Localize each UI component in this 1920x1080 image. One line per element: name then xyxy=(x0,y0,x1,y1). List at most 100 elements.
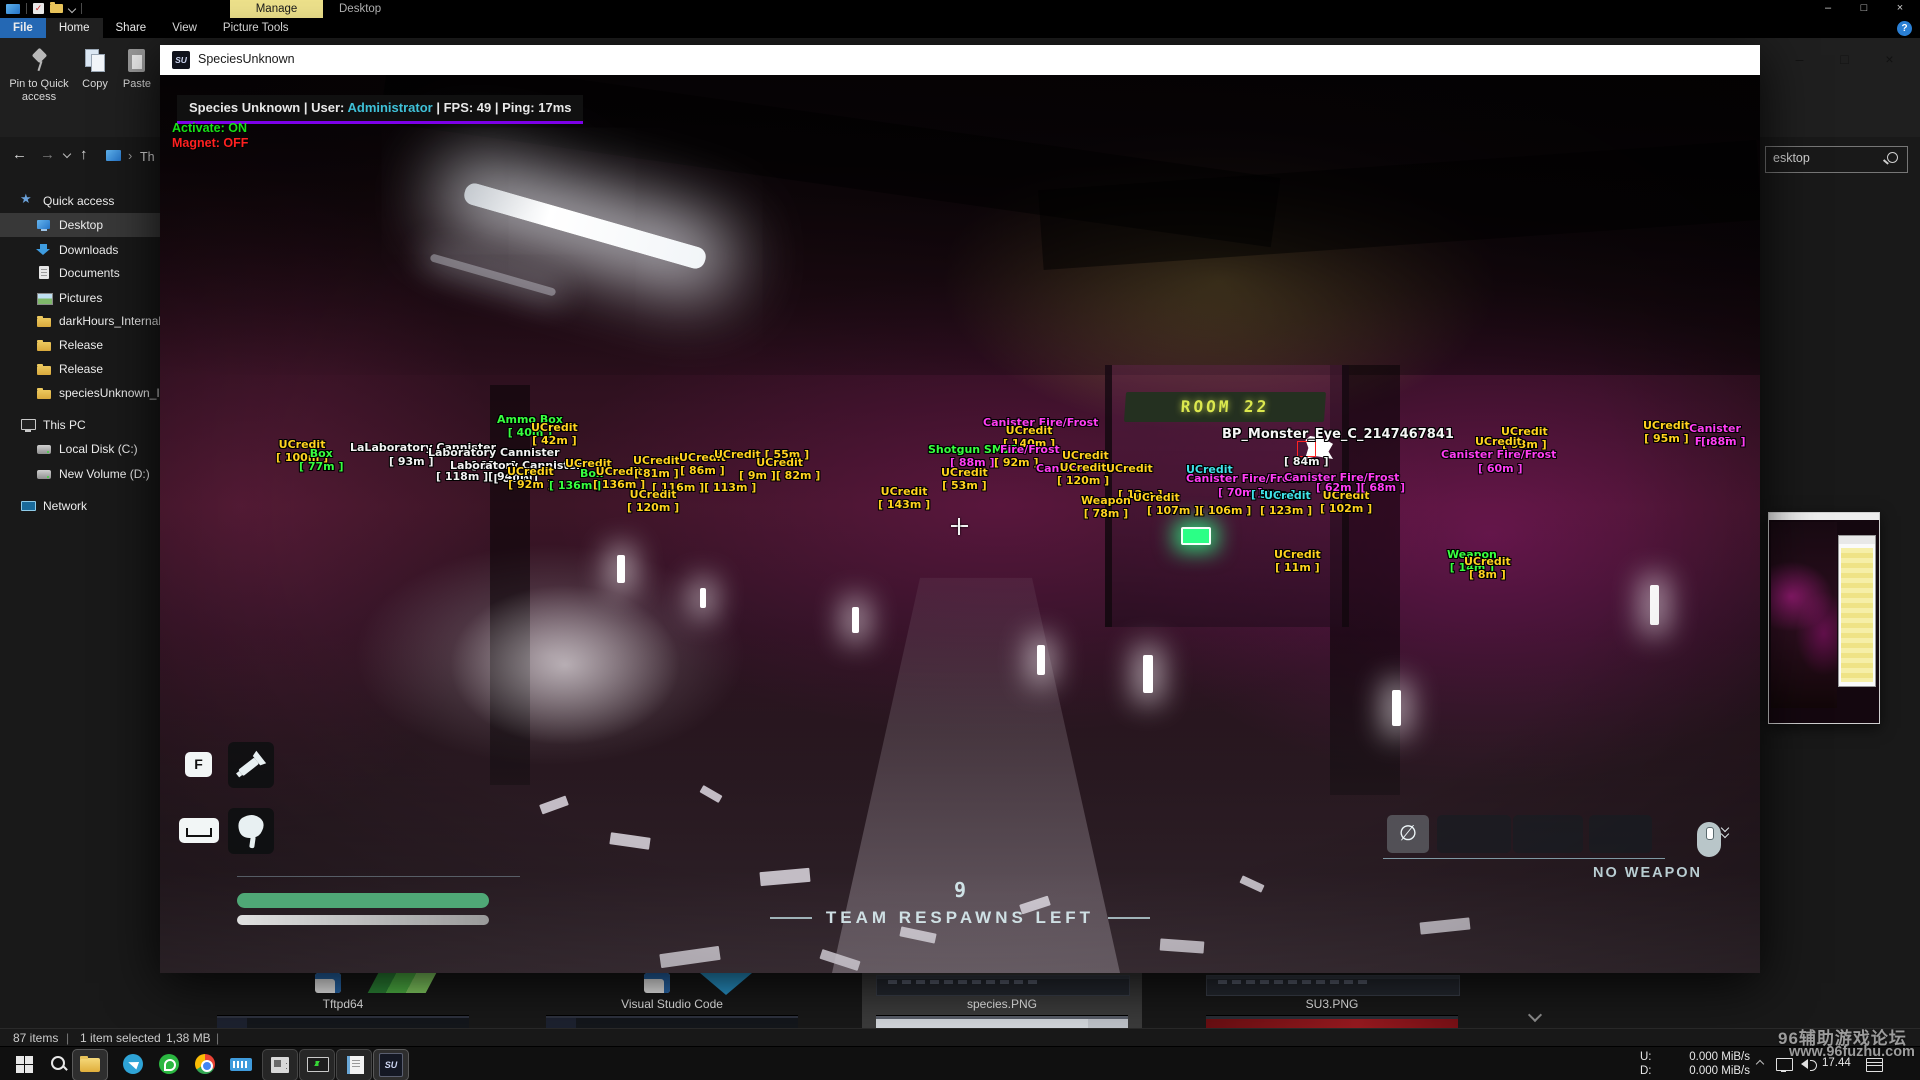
taskbar-item[interactable] xyxy=(116,1049,150,1079)
pin-to-quick-access-button[interactable]: Pin to Quick access xyxy=(6,48,72,104)
taskbar-item[interactable] xyxy=(188,1049,222,1079)
history-chevron-icon[interactable] xyxy=(63,150,71,158)
scroll-down-chevron-icon[interactable] xyxy=(1528,1008,1542,1022)
taskbar-item[interactable] xyxy=(72,1049,108,1080)
chevron-down-icon[interactable] xyxy=(68,4,76,12)
user-name: Administrator xyxy=(347,100,432,115)
speaker-icon[interactable] xyxy=(1801,1059,1808,1069)
sidebar-item-label: Quick access xyxy=(43,194,114,208)
esp-label: UCredit [ 120m ] xyxy=(1057,461,1109,487)
image-thumbnail xyxy=(862,973,1142,995)
minimize-button[interactable]: – xyxy=(1810,0,1846,18)
tray-expand-chevron-icon[interactable] xyxy=(1756,1060,1764,1068)
ribbon-tab[interactable]: View xyxy=(159,18,210,38)
minimize-button[interactable]: – xyxy=(1777,45,1822,75)
esp-label: UCredit xyxy=(1475,435,1522,448)
close-button[interactable]: × xyxy=(1867,45,1912,75)
notepad-icon xyxy=(343,1054,365,1076)
forward-icon[interactable]: → xyxy=(40,146,55,163)
desktop-icon xyxy=(36,217,52,233)
taskbar-item[interactable] xyxy=(299,1049,335,1080)
sidebar-item[interactable]: Network xyxy=(0,494,180,518)
notification-center-icon[interactable] xyxy=(1866,1058,1883,1072)
preview-image xyxy=(1771,522,1837,708)
upload-label: U: xyxy=(1640,1050,1652,1064)
game-window-title: SpeciesUnknown xyxy=(198,52,295,66)
file-item[interactable]: Tftpd64 xyxy=(203,971,483,1029)
divider xyxy=(26,3,27,14)
ribbon-tab[interactable]: File xyxy=(0,18,46,38)
esp-label: UCredit [ 9m ][ 82m ] xyxy=(739,456,820,482)
clock[interactable]: 17.44 xyxy=(1822,1057,1851,1080)
respawn-label: TEAM RESPAWNS LEFT xyxy=(826,908,1094,928)
sidebar-item-label: New Volume (D:) xyxy=(59,467,150,481)
properties-icon[interactable]: ✓ xyxy=(33,3,44,14)
up-icon[interactable]: ↑ xyxy=(80,146,88,163)
divider: | xyxy=(216,1031,219,1045)
flashlight-tile xyxy=(228,742,274,788)
no-weapon-label: NO WEAPON xyxy=(1593,865,1702,881)
downloads-icon xyxy=(36,242,52,258)
selection-size: 1,38 MB xyxy=(166,1031,211,1045)
file-name: SU3.PNG xyxy=(1192,997,1472,1011)
sidebar-item-label: Release xyxy=(59,362,103,376)
sidebar-item[interactable]: This PC xyxy=(0,413,180,437)
preview-table-window xyxy=(1838,535,1876,687)
this-pc-icon xyxy=(20,417,36,433)
back-icon[interactable]: ← xyxy=(12,146,27,163)
sidebar-item-label: Desktop xyxy=(59,218,103,232)
help-icon[interactable]: ? xyxy=(1897,21,1912,36)
taskbar-item[interactable] xyxy=(8,1049,42,1079)
monster-esp-label: BP_Monster_Eye_C_2147467841 xyxy=(1222,427,1454,443)
breadcrumb[interactable]: Th xyxy=(140,150,155,164)
sidebar-item-label: speciesUnknown_Int xyxy=(59,386,170,400)
copy-button[interactable]: Copy xyxy=(74,48,116,91)
file-explorer-icon xyxy=(79,1054,101,1076)
manage-context-tab[interactable]: Manage xyxy=(230,0,323,18)
ribbon-tab[interactable]: Home xyxy=(46,18,103,38)
file-item[interactable]: species.PNG xyxy=(862,971,1142,1029)
taskbar-item[interactable]: SU xyxy=(373,1049,409,1080)
esp-label: UCredit [ 81m ] xyxy=(633,454,680,480)
sidebar-item[interactable]: Quick access xyxy=(0,189,180,213)
sidebar-item-label: Pictures xyxy=(59,291,102,305)
search-input[interactable]: esktop xyxy=(1765,146,1908,173)
sidebar-item-label: Downloads xyxy=(59,243,118,257)
esp-label: [ 60m ] xyxy=(1478,462,1522,475)
esp-label: UCredit xyxy=(1106,462,1153,475)
file-item[interactable]: Visual Studio Code xyxy=(532,971,812,1029)
file-item[interactable]: SU3.PNG xyxy=(1192,971,1472,1029)
decorative-line xyxy=(770,917,812,919)
esp-label: UCredit [ 53m ] xyxy=(941,466,988,492)
download-label: D: xyxy=(1640,1064,1652,1078)
taskbar-item[interactable] xyxy=(224,1049,258,1079)
paste-button[interactable]: Paste xyxy=(116,48,158,91)
vscode-app-icon xyxy=(532,973,812,995)
game-titlebar[interactable]: SU SpeciesUnknown – □ × xyxy=(160,45,1760,75)
esp-label: UCredit [ 92m ] xyxy=(507,465,554,491)
taskbar-item[interactable] xyxy=(152,1049,186,1079)
taskbar: SU U:0.000 MiB/s D:0.000 MiB/s 17.44 xyxy=(0,1046,1920,1080)
esp-label: [ 123m ] xyxy=(1260,504,1312,517)
game-viewport[interactable]: ROOM 22 Spe xyxy=(160,75,1760,973)
breadcrumb-separator: › xyxy=(128,148,132,163)
new-folder-icon[interactable] xyxy=(50,4,63,13)
esp-label: [ 88m ] xyxy=(1701,435,1745,448)
taskbar-item[interactable] xyxy=(42,1049,76,1079)
news-app-icon xyxy=(269,1054,291,1076)
taskbar-item[interactable] xyxy=(336,1049,372,1080)
close-button[interactable]: × xyxy=(1882,0,1918,18)
drive-icon xyxy=(36,466,52,482)
sidebar-item-label: Documents xyxy=(59,266,120,280)
health-bar xyxy=(237,893,489,908)
melee-tile xyxy=(228,808,274,854)
melee-fist-icon xyxy=(228,808,274,854)
maximize-button[interactable]: □ xyxy=(1846,0,1882,18)
search-icon xyxy=(1887,152,1898,163)
ribbon-tab[interactable]: Share xyxy=(103,18,160,38)
taskbar-item[interactable] xyxy=(262,1049,298,1080)
sidebar-item-label: Release xyxy=(59,338,103,352)
ribbon-tab[interactable]: Picture Tools xyxy=(210,18,302,38)
local-disk-icon xyxy=(36,441,52,457)
maximize-button[interactable]: □ xyxy=(1822,45,1867,75)
